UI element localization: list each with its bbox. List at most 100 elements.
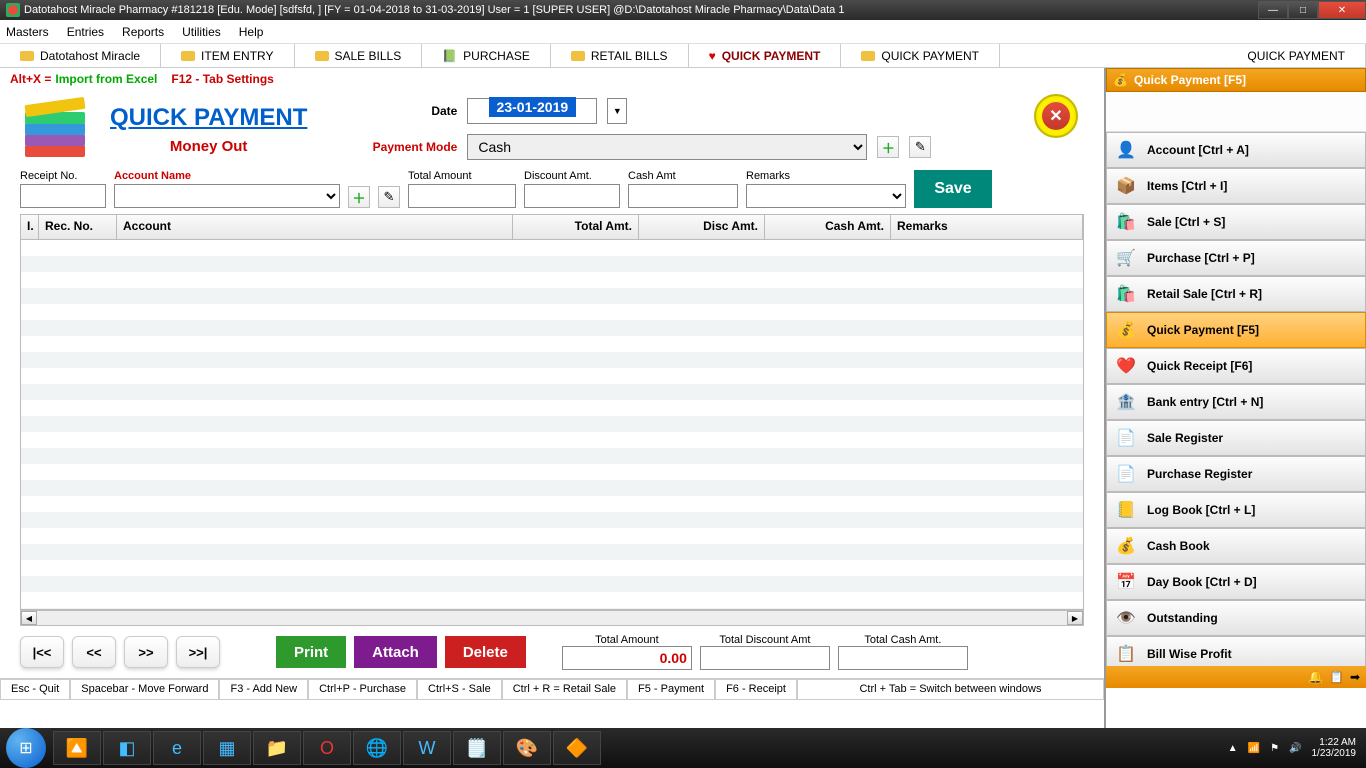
col-cash[interactable]: Cash Amt.	[765, 215, 891, 239]
add-payment-mode-button[interactable]: ＋	[877, 136, 899, 158]
tab-item-entry[interactable]: ITEM ENTRY	[161, 44, 294, 67]
total-amount-input[interactable]	[408, 184, 516, 208]
menu-masters[interactable]: Masters	[6, 25, 49, 39]
scroll-left-button[interactable]: ◀	[21, 611, 37, 625]
taskbar-app3-icon[interactable]: 🔶	[553, 731, 601, 765]
maximize-button[interactable]: □	[1288, 1, 1318, 19]
tray-flag-icon[interactable]: ⚑	[1270, 743, 1279, 754]
total-amount-label: Total Amount	[408, 170, 516, 182]
grid-body[interactable]	[20, 240, 1084, 610]
taskbar-chrome-icon[interactable]: 🌐	[353, 731, 401, 765]
side-footer-icon-3[interactable]: ➡	[1350, 670, 1360, 684]
side-item-0[interactable]: 👤Account [Ctrl + A]	[1106, 132, 1366, 168]
side-item-8[interactable]: 📄Sale Register	[1106, 420, 1366, 456]
side-item-5[interactable]: 💰Quick Payment [F5]	[1106, 312, 1366, 348]
remarks-select[interactable]	[746, 184, 906, 208]
taskbar-app2-icon[interactable]: ▦	[203, 731, 251, 765]
app-icon	[6, 3, 20, 17]
taskbar-app-icon[interactable]: ◧	[103, 731, 151, 765]
delete-button[interactable]: Delete	[445, 636, 526, 668]
print-button[interactable]: Print	[276, 636, 346, 668]
side-item-2[interactable]: 🛍️Sale [Ctrl + S]	[1106, 204, 1366, 240]
tray-volume-icon[interactable]: 🔊	[1289, 743, 1301, 754]
footer-total-cash-value	[838, 646, 968, 670]
tab-main[interactable]: Datotahost Miracle	[0, 44, 161, 67]
books-icon	[10, 94, 100, 164]
nav-first-button[interactable]: |<<	[20, 636, 64, 668]
side-item-icon: 🛍️	[1115, 211, 1137, 233]
payment-mode-select[interactable]: Cash	[467, 134, 867, 160]
date-input[interactable]: 23-01-2019	[467, 98, 597, 124]
hint-f6: F6 - Receipt	[715, 679, 797, 700]
close-panel-button[interactable]: ✕	[1034, 94, 1078, 138]
tab-retail-bills[interactable]: RETAIL BILLS	[551, 44, 689, 67]
tray-up-icon[interactable]: ▲	[1228, 743, 1238, 754]
taskbar: ⊞ 🔼 ◧ e ▦ 📁 O 🌐 W 🗒️ 🎨 🔶 ▲ 📶 ⚑ 🔊 1:22 AM…	[0, 728, 1366, 768]
side-item-6[interactable]: ❤️Quick Receipt [F6]	[1106, 348, 1366, 384]
heart-icon: ♥	[709, 49, 716, 63]
cash-amt-input[interactable]	[628, 184, 738, 208]
side-item-4[interactable]: 🛍️Retail Sale [Ctrl + R]	[1106, 276, 1366, 312]
menu-entries[interactable]: Entries	[67, 25, 104, 39]
side-item-10[interactable]: 📒Log Book [Ctrl + L]	[1106, 492, 1366, 528]
date-dropdown-button[interactable]: ▼	[607, 98, 627, 124]
side-item-label: Day Book [Ctrl + D]	[1147, 575, 1257, 589]
tab-quick-payment-2[interactable]: QUICK PAYMENT	[841, 44, 1000, 67]
side-footer-icon-2[interactable]: 📋	[1329, 670, 1344, 684]
receipt-no-input[interactable]	[20, 184, 106, 208]
edit-payment-mode-button[interactable]: ✎	[909, 136, 931, 158]
taskbar-notes-icon[interactable]: 🗒️	[453, 731, 501, 765]
side-header-icon: 💰	[1113, 73, 1128, 87]
close-button[interactable]: ✕	[1318, 1, 1366, 19]
col-index[interactable]: I.	[21, 215, 39, 239]
nav-prev-button[interactable]: <<	[72, 636, 116, 668]
start-button[interactable]: ⊞	[6, 728, 46, 768]
shortcut-hints: Alt+X = Import from Excel F12 - Tab Sett…	[0, 68, 1104, 90]
minimize-button[interactable]: —	[1258, 1, 1288, 19]
col-disc[interactable]: Disc Amt.	[639, 215, 765, 239]
tab-quick-payment-3[interactable]: QUICK PAYMENT	[1227, 44, 1366, 67]
side-footer-icon-1[interactable]: 🔔	[1308, 670, 1323, 684]
side-item-13[interactable]: 👁️Outstanding	[1106, 600, 1366, 636]
taskbar-paint-icon[interactable]: 🎨	[503, 731, 551, 765]
side-item-label: Purchase Register	[1147, 467, 1252, 481]
side-item-11[interactable]: 💰Cash Book	[1106, 528, 1366, 564]
side-panel-header: 💰 Quick Payment [F5]	[1106, 68, 1366, 92]
menu-help[interactable]: Help	[239, 25, 264, 39]
attach-button[interactable]: Attach	[354, 636, 437, 668]
side-item-3[interactable]: 🛒Purchase [Ctrl + P]	[1106, 240, 1366, 276]
side-item-label: Retail Sale [Ctrl + R]	[1147, 287, 1262, 301]
side-item-12[interactable]: 📅Day Book [Ctrl + D]	[1106, 564, 1366, 600]
hint-ctrlr: Ctrl + R = Retail Sale	[502, 679, 627, 700]
col-recno[interactable]: Rec. No.	[39, 215, 117, 239]
menu-utilities[interactable]: Utilities	[182, 25, 221, 39]
scroll-right-button[interactable]: ▶	[1067, 611, 1083, 625]
save-button[interactable]: Save	[914, 170, 992, 208]
account-name-select[interactable]	[114, 184, 340, 208]
edit-account-button[interactable]: ✎	[378, 186, 400, 208]
menu-reports[interactable]: Reports	[122, 25, 164, 39]
side-item-9[interactable]: 📄Purchase Register	[1106, 456, 1366, 492]
tab-purchase[interactable]: 📗PURCHASE	[422, 44, 551, 67]
add-account-button[interactable]: ＋	[348, 186, 370, 208]
hint-ctrltab: Ctrl + Tab = Switch between windows	[797, 679, 1104, 700]
col-account[interactable]: Account	[117, 215, 513, 239]
nav-last-button[interactable]: >>|	[176, 636, 220, 668]
tray-network-icon[interactable]: 📶	[1248, 743, 1260, 754]
discount-amt-input[interactable]	[524, 184, 620, 208]
taskbar-vlc-icon[interactable]: 🔼	[53, 731, 101, 765]
taskbar-explorer-icon[interactable]: 📁	[253, 731, 301, 765]
taskbar-ie-icon[interactable]: e	[153, 731, 201, 765]
scroll-track[interactable]	[37, 611, 1067, 625]
tab-quick-payment-active[interactable]: ♥QUICK PAYMENT	[689, 44, 842, 67]
menubar: Masters Entries Reports Utilities Help	[0, 20, 1366, 44]
side-item-7[interactable]: 🏦Bank entry [Ctrl + N]	[1106, 384, 1366, 420]
horizontal-scrollbar[interactable]: ◀ ▶	[20, 610, 1084, 626]
tab-sale-bills[interactable]: SALE BILLS	[295, 44, 423, 67]
taskbar-opera-icon[interactable]: O	[303, 731, 351, 765]
side-item-1[interactable]: 📦Items [Ctrl + I]	[1106, 168, 1366, 204]
col-remarks[interactable]: Remarks	[891, 215, 1083, 239]
nav-next-button[interactable]: >>	[124, 636, 168, 668]
col-total[interactable]: Total Amt.	[513, 215, 639, 239]
taskbar-word-icon[interactable]: W	[403, 731, 451, 765]
